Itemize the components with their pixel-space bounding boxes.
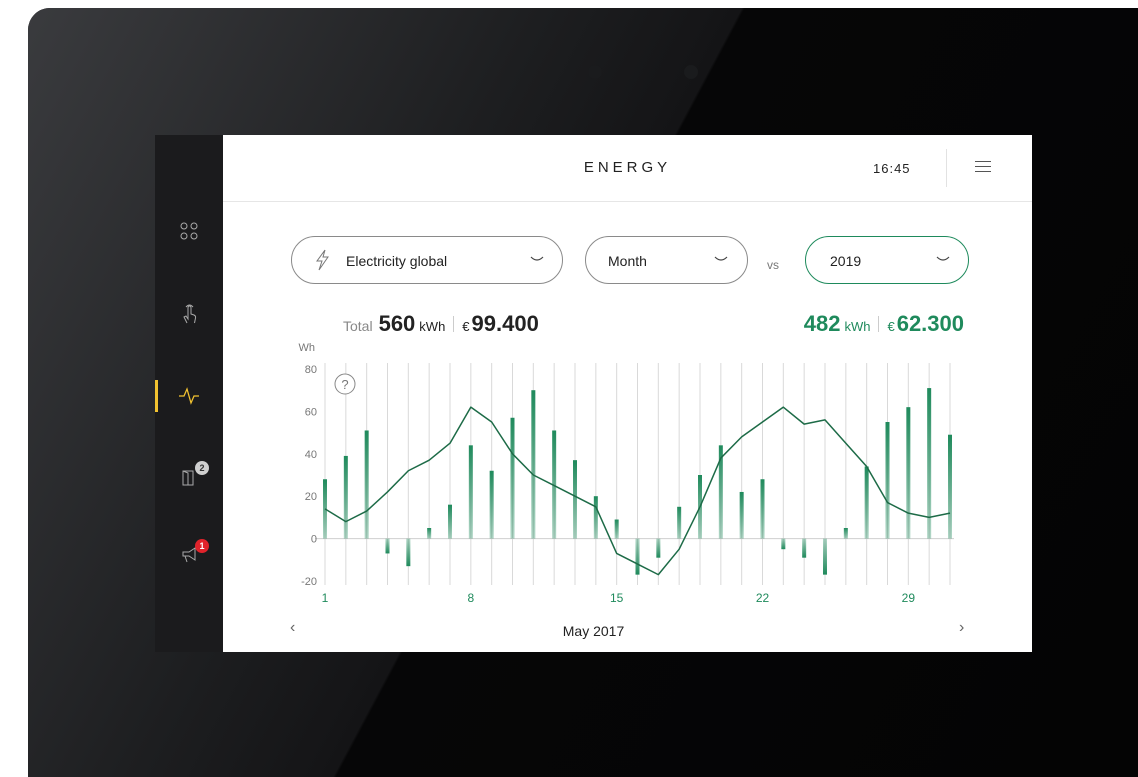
bar (656, 538, 661, 558)
bar (614, 519, 619, 539)
bar (927, 388, 932, 539)
x-tick-label: 1 (322, 591, 329, 605)
bar (843, 528, 848, 539)
bar (364, 430, 369, 539)
x-tick-label: 15 (610, 591, 624, 605)
bar (781, 538, 786, 550)
bar (677, 506, 682, 539)
question-icon-glyph: ? (341, 377, 348, 392)
bar (802, 538, 807, 558)
sensor-dot (684, 65, 698, 79)
camera-dot (588, 65, 602, 79)
bar (573, 460, 577, 539)
y-tick-label: 40 (305, 449, 317, 461)
bar (906, 407, 911, 539)
next-period-button[interactable]: › (959, 619, 964, 637)
bar (593, 496, 598, 539)
y-tick-label: 80 (305, 364, 317, 376)
bar (760, 479, 765, 539)
y-axis-label: Wh (299, 342, 316, 354)
bar (739, 491, 744, 539)
bar (531, 390, 536, 539)
y-tick-label: 0 (311, 534, 317, 546)
bar (948, 434, 952, 539)
bar (385, 538, 390, 554)
screen: 2 1 ENERGY 16:45 Electricity global Mont… (155, 135, 1032, 652)
bar (489, 470, 494, 539)
x-tick-label: 29 (902, 591, 916, 605)
bar (468, 445, 473, 539)
bar (343, 455, 348, 539)
x-tick-label: 8 (467, 591, 474, 605)
bar (823, 538, 827, 575)
bar (448, 504, 452, 539)
bar (885, 422, 890, 539)
y-tick-label: -20 (301, 576, 317, 588)
bar (406, 538, 411, 567)
bar (864, 466, 869, 539)
period-label: May 2017 (562, 623, 625, 639)
energy-chart: 80 60 40 20 0 -20 Wh 1 8 15 22 29? (299, 342, 954, 605)
x-tick-label: 22 (756, 591, 770, 605)
y-tick-label: 20 (305, 491, 317, 503)
bar (635, 538, 640, 575)
bar (427, 528, 432, 539)
bar (510, 417, 515, 539)
y-tick-label: 60 (305, 406, 317, 418)
